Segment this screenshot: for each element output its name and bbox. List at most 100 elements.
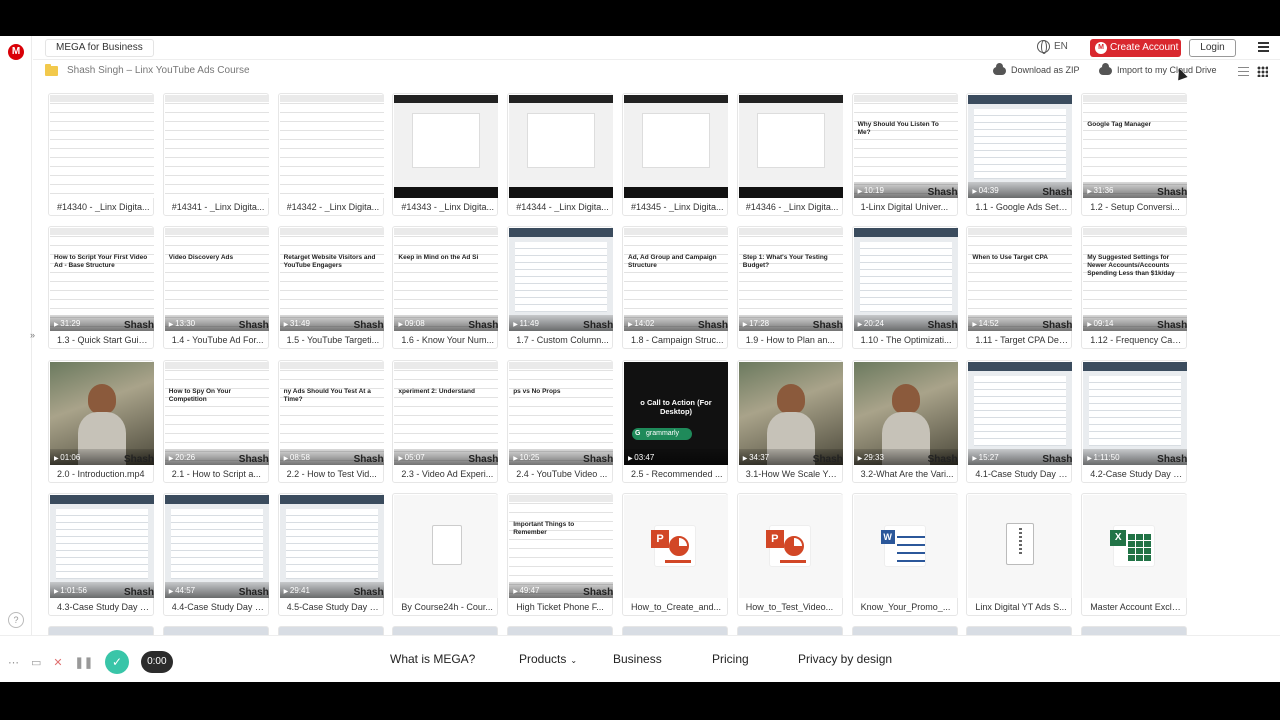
preview-footer bbox=[394, 187, 499, 198]
login-button[interactable]: Login bbox=[1189, 39, 1236, 57]
file-tile[interactable]: Step 1: What's Your Testing Budget? 17:28… bbox=[736, 226, 843, 350]
preview-panel bbox=[527, 113, 596, 168]
file-tile[interactable]: 29:33 Shash 3.2-What Are the Vari... bbox=[851, 359, 958, 483]
file-thumbnail: 29:33 Shash bbox=[853, 361, 958, 465]
file-tile[interactable]: #14346 - _Linx Digita... bbox=[736, 93, 843, 216]
video-duration: 31:49 bbox=[284, 319, 310, 328]
file-tile[interactable]: 15:27 Shash 4.1-Case Study Day 1... bbox=[966, 359, 1073, 483]
file-tile[interactable]: #14343 - _Linx Digita... bbox=[392, 93, 499, 216]
file-thumbnail bbox=[279, 95, 384, 198]
file-tile[interactable]: 29:41 Shash 4.5-Case Study Day 4... bbox=[277, 492, 384, 616]
help-icon[interactable]: ? bbox=[8, 612, 24, 628]
grammarly-badge: grammarly bbox=[632, 427, 692, 440]
file-tile[interactable]: ny Ads Should You Test At a Time? 08:58 Sh… bbox=[277, 359, 384, 483]
create-account-button[interactable]: M Create Account bbox=[1090, 39, 1181, 57]
file-tile[interactable]: How to Script Your First Video Ad - Base… bbox=[48, 226, 154, 350]
slide-heading: ps vs No Props bbox=[513, 387, 561, 395]
finish-recording-icon[interactable]: ✓ bbox=[105, 650, 130, 674]
more-icon[interactable]: ⋯ bbox=[8, 656, 19, 669]
file-tile[interactable]: X Master Account Exclu... bbox=[1081, 492, 1188, 616]
file-tile[interactable]: P How_to_Create_and... bbox=[622, 492, 728, 616]
file-tile[interactable]: Important Things to Remember 49:47 Shash Hi… bbox=[507, 492, 614, 616]
watermark: Shash bbox=[468, 320, 499, 332]
file-tile[interactable]: 04:39 Shash 1.1 - Google Ads Setu... bbox=[966, 93, 1073, 216]
file-tile[interactable]: 01:06 Shash 2.0 - Introduction.mp4 bbox=[48, 359, 154, 483]
pause-icon[interactable]: ❚❚ bbox=[75, 656, 93, 669]
file-tile[interactable]: When to Use Target CPA 14:52 Shash 1.11 - T… bbox=[966, 226, 1073, 350]
file-tile[interactable]: #14345 - _Linx Digita... bbox=[622, 93, 728, 216]
file-tile[interactable]: xperiment 2: Understand 05:07 Shash 2.3 - V… bbox=[392, 359, 499, 483]
file-thumbnail: 29:41 Shash bbox=[279, 494, 384, 598]
file-tile[interactable]: #14340 - _Linx Digita... bbox=[48, 93, 154, 216]
generic-file-icon bbox=[432, 524, 463, 565]
watermark: Shash bbox=[1042, 187, 1073, 198]
watermark: Shash bbox=[238, 586, 269, 598]
file-name: 4.3-Case Study Day 2... bbox=[57, 601, 151, 612]
folder-title: Shash Singh – Linx YouTube Ads Course bbox=[67, 65, 250, 76]
file-thumbnail: Ad, Ad Group and Campaign Structure 14:02… bbox=[624, 228, 728, 332]
file-tile[interactable]: By Course24h - Cour... bbox=[392, 492, 499, 616]
file-tile[interactable]: Retarget Website Visitors and YouTube En… bbox=[277, 226, 384, 350]
list-view-icon[interactable] bbox=[1238, 67, 1249, 76]
video-duration: 11:49 bbox=[513, 319, 538, 328]
watermark: Shash bbox=[238, 320, 269, 332]
slide-heading: Keep in Mind on the Ad Si bbox=[398, 254, 479, 262]
file-tile[interactable]: Video Discovery Ads 13:30 Shash 1.4 - YouTu… bbox=[162, 226, 269, 350]
video-duration: 49:47 bbox=[513, 586, 539, 595]
file-tile[interactable]: 34:37 Shash 3.1-How We Scale Yo... bbox=[736, 359, 843, 483]
file-thumbnail: X bbox=[1083, 494, 1188, 598]
file-tile[interactable]: Ad, Ad Group and Campaign Structure 14:02… bbox=[622, 226, 728, 350]
powerpoint-file-icon: P bbox=[765, 524, 811, 567]
file-tile[interactable]: Why Should You Listen To Me? 10:19 Shash 1-… bbox=[851, 93, 958, 216]
grid-view-icon[interactable] bbox=[1257, 66, 1268, 77]
hamburger-menu-icon[interactable] bbox=[1258, 42, 1269, 52]
file-tile[interactable]: P How_to_Test_Video... bbox=[736, 492, 843, 616]
file-tile[interactable]: Linx Digital YT Ads S... bbox=[966, 492, 1073, 616]
watermark: Shash bbox=[1042, 453, 1073, 465]
import-cloud-drive-button[interactable]: Import to my Cloud Drive bbox=[1099, 63, 1217, 75]
watermark: Shash bbox=[1157, 320, 1188, 332]
file-thumbnail: W bbox=[853, 494, 958, 598]
file-tile[interactable]: 1:01:56 Shash 4.3-Case Study Day 2... bbox=[48, 492, 154, 616]
preview-header bbox=[968, 361, 1073, 371]
left-rail: M » ? bbox=[0, 36, 35, 682]
file-tile[interactable]: 11:49 Shash 1.7 - Custom Column... bbox=[507, 226, 614, 350]
preview-header bbox=[968, 95, 1073, 104]
file-thumbnail bbox=[164, 95, 269, 198]
file-tile[interactable]: 20:24 Shash 1.10 - The Optimizati... bbox=[851, 226, 958, 350]
language-selector[interactable]: EN bbox=[1037, 40, 1068, 54]
expand-sidebar-icon[interactable]: » bbox=[30, 330, 35, 340]
file-tile[interactable]: #14342 - _Linx Digita... bbox=[277, 93, 384, 216]
file-tile[interactable]: #14341 - _Linx Digita... bbox=[162, 93, 269, 216]
file-tile[interactable]: W Know_Your_Promo_... bbox=[851, 492, 958, 616]
download-zip-button[interactable]: Download as ZIP bbox=[993, 63, 1080, 75]
camera-icon[interactable]: ▭ bbox=[31, 656, 41, 669]
mega-logo-icon[interactable]: M bbox=[8, 44, 24, 60]
preview-toolbar bbox=[279, 361, 384, 369]
file-name: #14345 - _Linx Digita... bbox=[631, 202, 724, 212]
file-tile[interactable]: ps vs No Props 10:25 Shash 2.4 - YouTube Vi… bbox=[507, 359, 614, 483]
file-tile[interactable]: o Call to Action (For Desktop) grammarly 0… bbox=[622, 359, 728, 483]
business-link[interactable]: Business bbox=[613, 652, 662, 666]
cancel-recording-icon[interactable]: ✕ bbox=[53, 656, 62, 669]
file-thumbnail: 1:01:56 Shash bbox=[50, 494, 154, 598]
privacy-link[interactable]: Privacy by design bbox=[798, 652, 892, 666]
video-duration: 17:28 bbox=[743, 319, 769, 328]
document-preview bbox=[50, 95, 154, 198]
file-tile[interactable]: My Suggested Settings for Newer Accounts… bbox=[1081, 226, 1188, 350]
products-menu[interactable]: Products ⌄ bbox=[519, 652, 577, 666]
file-tile[interactable]: #14344 - _Linx Digita... bbox=[507, 93, 614, 216]
file-tile[interactable]: 44:57 Shash 4.4-Case Study Day 3... bbox=[162, 492, 269, 616]
file-name: 1.7 - Custom Column... bbox=[516, 335, 609, 346]
slide-bar bbox=[665, 559, 691, 563]
mega-for-business-tab[interactable]: MEGA for Business bbox=[45, 39, 154, 57]
file-tile[interactable]: How to Spy On Your Competition 20:26 Shash… bbox=[162, 359, 269, 483]
file-tile[interactable]: Keep in Mind on the Ad Si 09:08 Shash 1.6 -… bbox=[392, 226, 499, 350]
file-tile[interactable]: 1:11:50 Shash 4.2-Case Study Day 1... bbox=[1081, 359, 1188, 483]
what-is-mega-link[interactable]: What is MEGA? bbox=[390, 652, 475, 666]
file-tile[interactable]: Google Tag Manager 31:36 Shash 1.2 - Setup … bbox=[1081, 93, 1188, 216]
file-name: 1.3 - Quick Start Guid... bbox=[57, 335, 151, 346]
preview-header bbox=[394, 95, 499, 103]
file-thumbnail bbox=[624, 95, 728, 198]
pricing-link[interactable]: Pricing bbox=[712, 652, 749, 666]
